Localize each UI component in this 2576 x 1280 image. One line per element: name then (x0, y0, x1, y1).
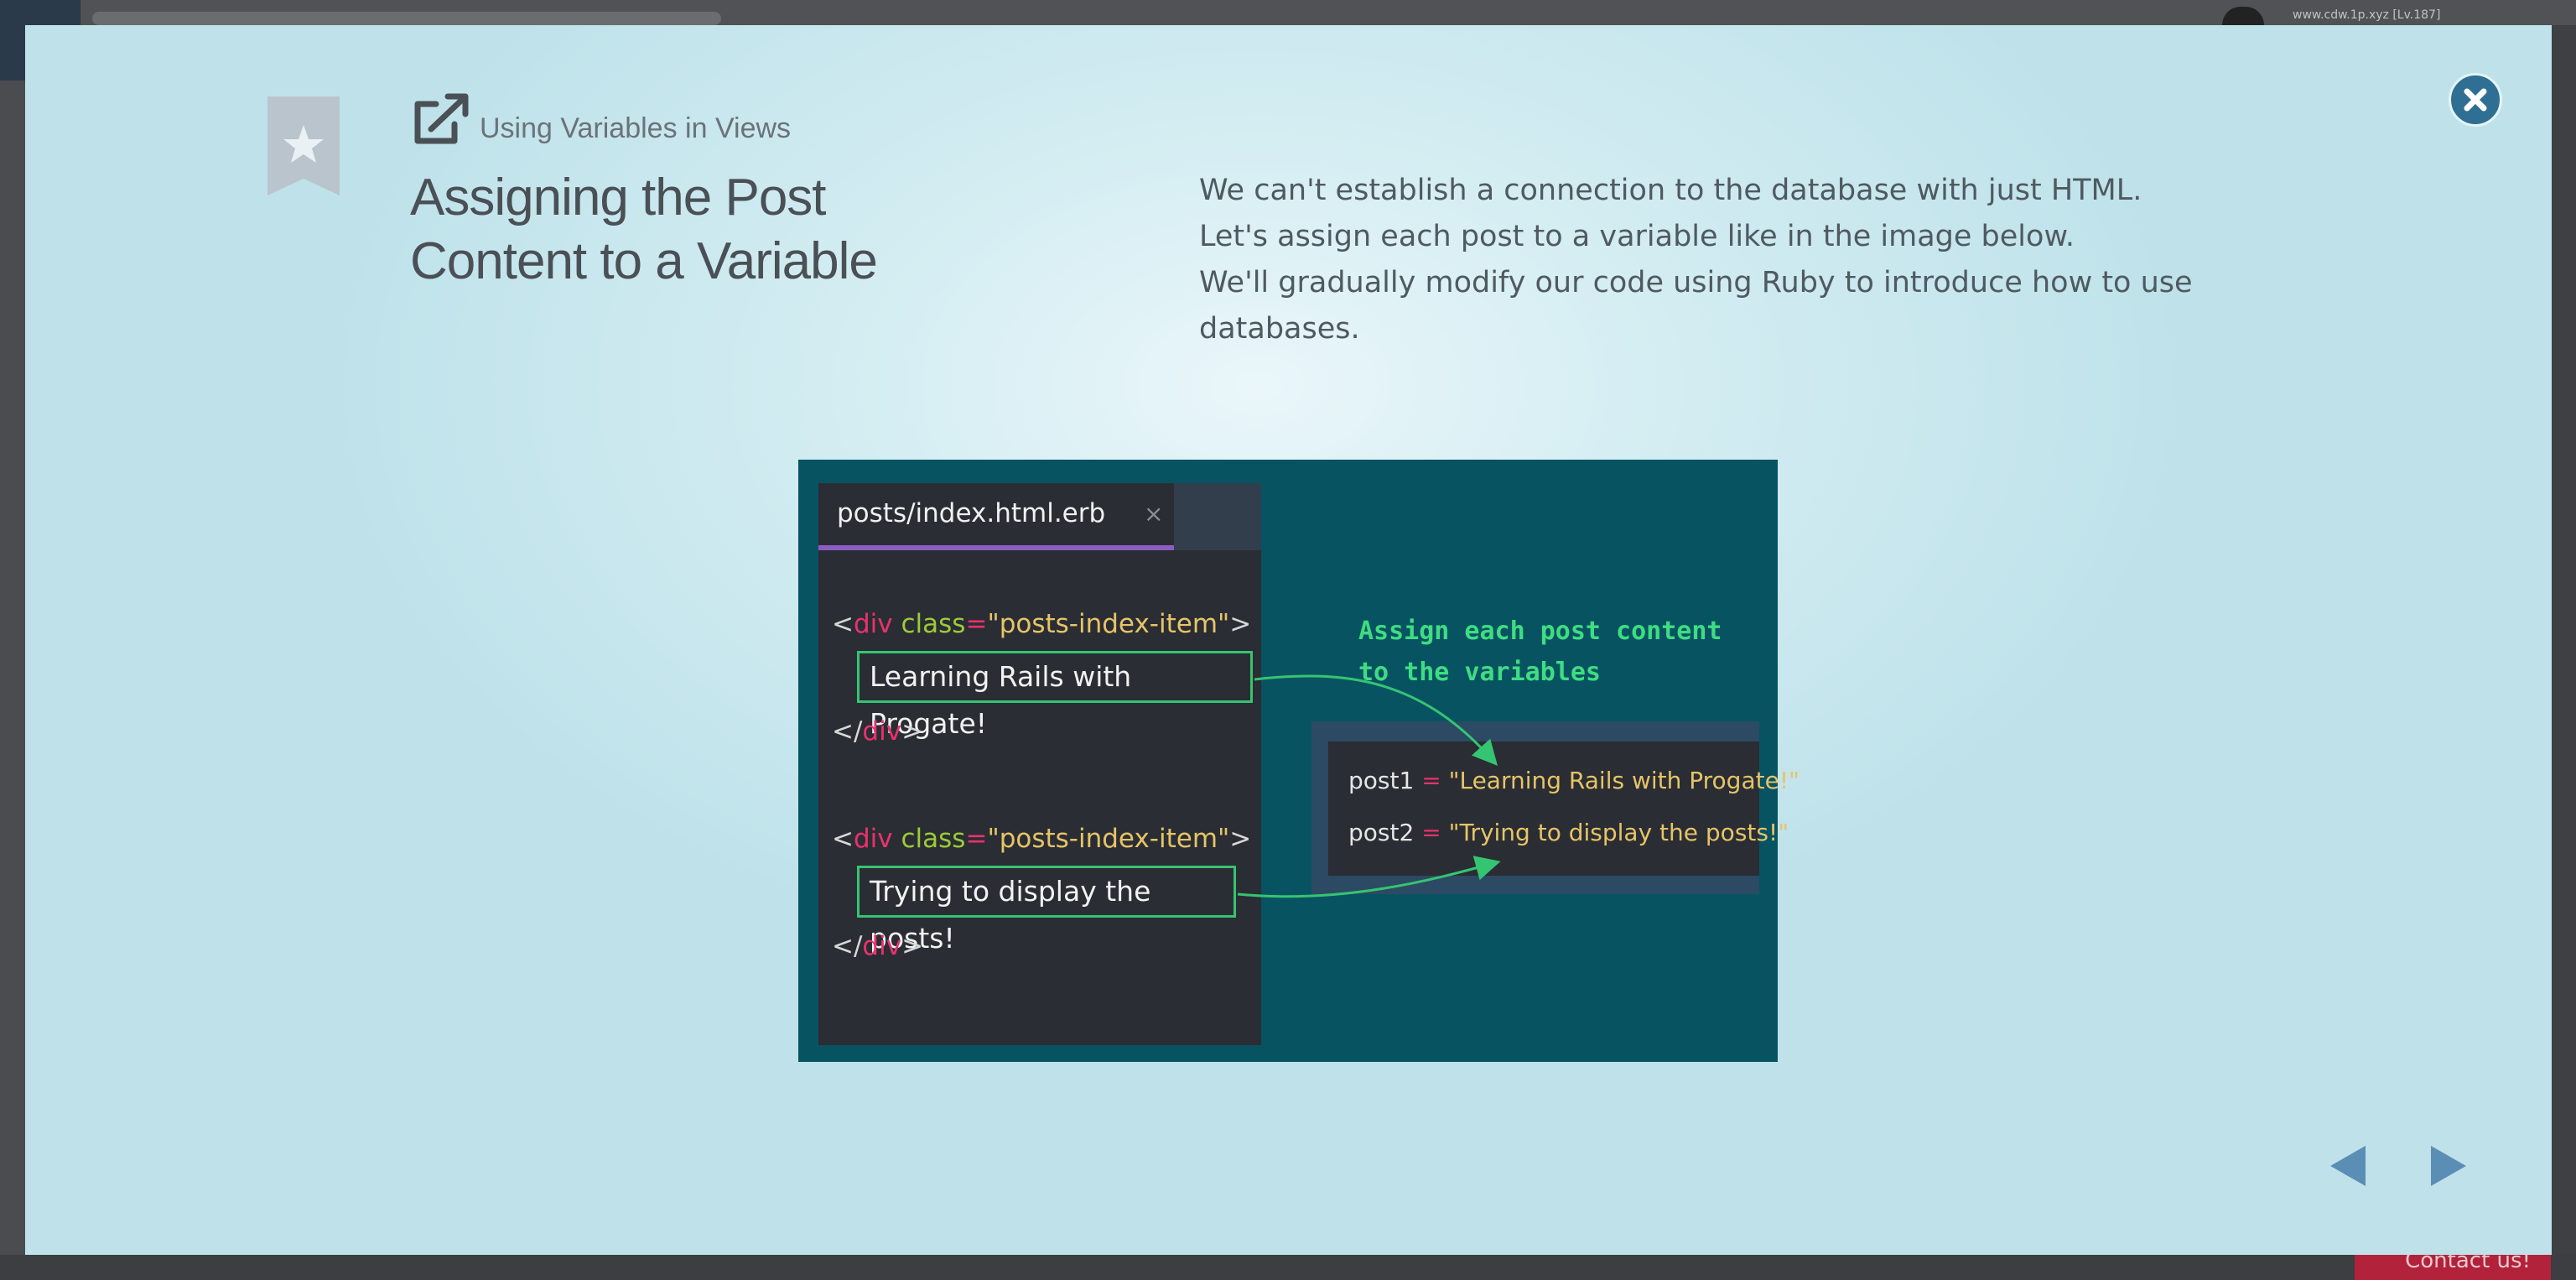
code-line-open-div: <div class="posts-index-item"> (832, 824, 1252, 854)
close-button[interactable] (2449, 73, 2502, 127)
bookmark-star-icon[interactable] (267, 96, 340, 195)
annotation-line: to the variables (1358, 658, 1601, 687)
code-line-close-div: </div> (832, 716, 924, 747)
background-bottombar (0, 1255, 2576, 1280)
background-user-text: www.cdw.1p.xyz [Lv.187] (2293, 8, 2441, 22)
variables-panel: post1 = "Learning Rails with Progate!" p… (1311, 721, 1800, 894)
code-editor: posts/index.html.erb × <div class="posts… (818, 483, 1261, 1045)
close-icon (2464, 88, 2487, 112)
slide-description: We can't establish a connection to the d… (1199, 168, 2289, 352)
description-line: databases. (1199, 312, 1360, 346)
background-scrollbar (2552, 25, 2576, 1255)
triangle-right-icon[interactable] (2428, 1141, 2470, 1191)
post1-highlight-box: Learning Rails with Progate! (857, 651, 1253, 740)
code-figure: posts/index.html.erb × <div class="posts… (798, 460, 1800, 1062)
editor-tab-underline (818, 545, 1174, 550)
variables-code: post1 = "Learning Rails with Progate!" p… (1328, 741, 1800, 876)
post2-highlight-box: Trying to display the posts! (857, 866, 1236, 955)
editor-tab-label: posts/index.html.erb (837, 498, 1106, 528)
background-search-bar (92, 12, 721, 25)
slide-modal: Using Variables in Views Assigning the P… (25, 25, 2552, 1255)
lesson-subtitle: Using Variables in Views (480, 112, 792, 144)
code-line-close-div: </div> (832, 931, 924, 961)
variable-post2: post2 = "Trying to display the posts!" (1348, 819, 1789, 846)
tab-close-icon: × (1144, 500, 1164, 528)
variable-post1: post1 = "Learning Rails with Progate!" (1348, 767, 1800, 794)
slide-title-line2: Content to a Variable (410, 232, 878, 290)
editor-tab: posts/index.html.erb × (818, 483, 1174, 550)
description-line: We'll gradually modify our code using Ru… (1199, 266, 2193, 299)
description-line: We can't establish a connection to the d… (1199, 174, 2142, 207)
code-line-open-div: <div class="posts-index-item"> (832, 609, 1252, 639)
description-line: Let's assign each post to a variable lik… (1199, 220, 2075, 253)
triangle-left-icon[interactable] (2327, 1141, 2369, 1191)
slide-title-line1: Assigning the Post (410, 169, 827, 226)
figure-annotation: Assign each post content to the variable… (1358, 611, 1722, 693)
slide-title: Assigning the Post Content to a Variable (410, 166, 997, 294)
external-link-icon (414, 93, 469, 144)
annotation-line: Assign each post content (1358, 617, 1722, 646)
